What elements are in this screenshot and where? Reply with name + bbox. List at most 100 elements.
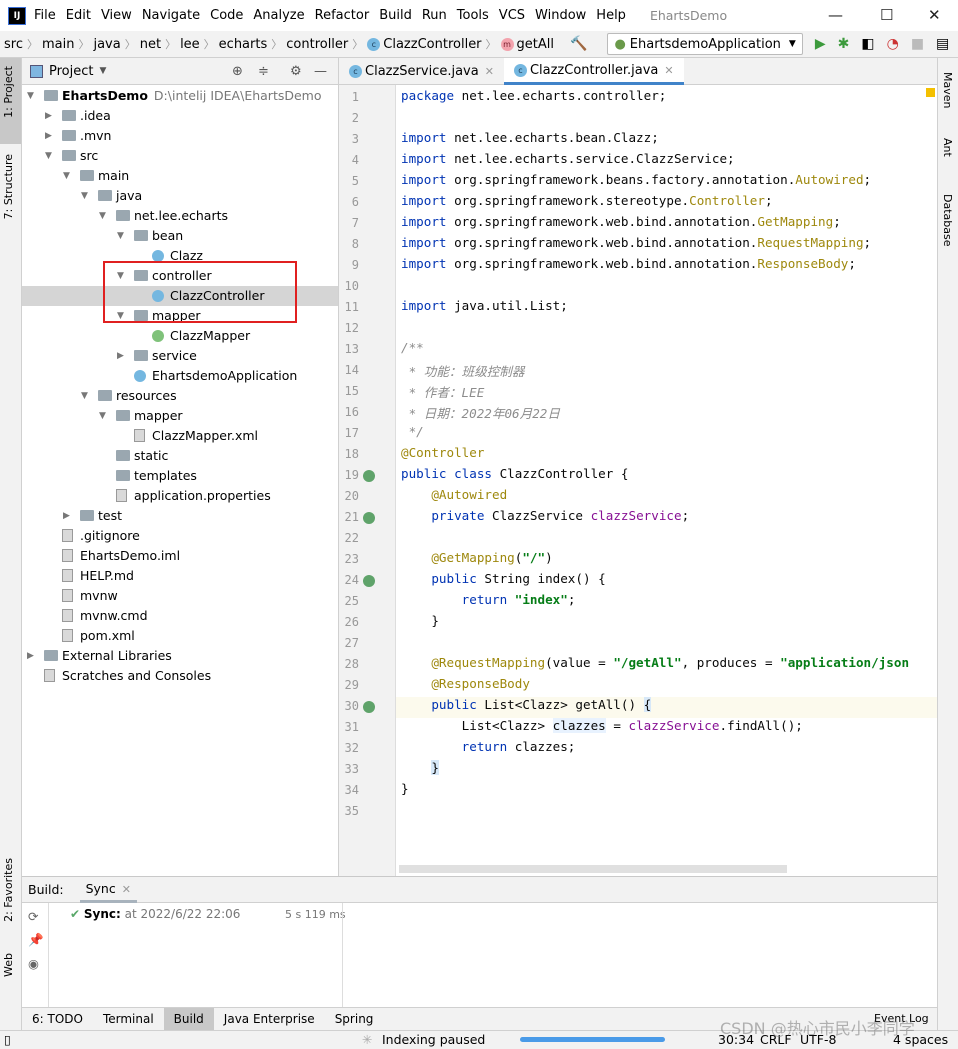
code-editor[interactable]: 1 2 3 4 5 6 7 8 9 10 11 12 13 14 15 16 17 18 19 20 21 22 23 24 2… xyxy=(339,85,937,876)
code-line[interactable]: import org.springframework.beans.factory… xyxy=(401,172,871,187)
code-line[interactable]: private ClazzService clazzService; xyxy=(401,508,689,523)
code-line[interactable]: } xyxy=(401,613,439,628)
breadcrumb-item[interactable]: net xyxy=(140,37,161,52)
tree-item[interactable]: ▶ .mvn xyxy=(22,126,338,146)
coverage-icon[interactable]: ◧ xyxy=(861,36,874,52)
spring-bean-gutter-icon[interactable] xyxy=(363,470,375,482)
run-configuration-select[interactable]: ● EhartsdemoApplication ▼ xyxy=(607,33,803,55)
close-icon[interactable]: ✕ xyxy=(664,64,673,77)
code-line[interactable]: import org.springframework.web.bind.anno… xyxy=(401,235,871,250)
tab-maven[interactable]: Maven xyxy=(941,72,954,108)
code-line[interactable]: public List<Clazz> getAll() { xyxy=(401,697,652,712)
tree-item[interactable]: ▶ External Libraries xyxy=(22,646,338,666)
build-hammer-icon[interactable]: 🔨 xyxy=(570,36,587,52)
code-line[interactable]: @GetMapping("/") xyxy=(401,550,552,565)
tree-item[interactable]: ClazzMapper.xml xyxy=(22,426,338,446)
chevron-down-icon[interactable]: ▼ xyxy=(81,386,88,406)
code-line[interactable]: return "index"; xyxy=(401,592,576,607)
code-line[interactable]: } xyxy=(401,760,439,775)
code-line[interactable]: @ResponseBody xyxy=(401,676,530,691)
tool-tab-build[interactable]: Build xyxy=(163,1007,214,1031)
tool-tab-java-enterprise[interactable]: Java Enterprise xyxy=(214,1008,325,1031)
chevron-down-icon[interactable]: ▼ xyxy=(81,186,88,206)
breadcrumb-item[interactable]: lee xyxy=(180,37,200,52)
tree-item[interactable]: ClazzMapper xyxy=(22,326,338,346)
menu-file[interactable]: File xyxy=(34,8,56,23)
tree-item[interactable]: application.properties xyxy=(22,486,338,506)
chevron-right-icon[interactable]: ▶ xyxy=(45,126,52,146)
close-button[interactable]: ✕ xyxy=(928,6,941,24)
menu-navigate[interactable]: Navigate xyxy=(142,8,200,23)
tree-item[interactable]: .gitignore xyxy=(22,526,338,546)
project-view-select[interactable]: Project xyxy=(49,64,93,79)
breadcrumb-item[interactable]: controller xyxy=(286,37,348,52)
code-line[interactable]: import org.springframework.stereotype.Co… xyxy=(401,193,773,208)
code-line[interactable]: public class ClazzController { xyxy=(401,466,628,481)
code-line[interactable]: List<Clazz> clazzes = clazzService.findA… xyxy=(401,718,803,733)
menu-refactor[interactable]: Refactor xyxy=(315,8,370,23)
menu-view[interactable]: View xyxy=(101,8,132,23)
pin-icon[interactable]: 📌 xyxy=(28,932,48,948)
code-line[interactable]: import net.lee.echarts.service.ClazzServ… xyxy=(401,151,735,166)
run-icon[interactable]: ▶ xyxy=(815,36,826,52)
locate-icon[interactable]: ⊕ xyxy=(232,64,243,79)
breadcrumb-item[interactable]: m getAll xyxy=(500,37,554,52)
spring-bean-gutter-icon[interactable] xyxy=(363,512,375,524)
code-line[interactable]: } xyxy=(401,781,409,796)
spring-bean-gutter-icon[interactable] xyxy=(363,575,375,587)
gear-icon[interactable]: ⚙ xyxy=(290,64,302,79)
chevron-down-icon[interactable]: ▼ xyxy=(63,166,70,186)
chevron-right-icon[interactable]: ▶ xyxy=(45,106,52,126)
tab-ant[interactable]: Ant xyxy=(941,138,954,157)
tree-item[interactable]: mvnw xyxy=(22,586,338,606)
code-line[interactable]: @Controller xyxy=(401,445,484,460)
tool-tab-spring[interactable]: Spring xyxy=(325,1008,384,1031)
layout-icon[interactable]: ▯ xyxy=(4,1032,11,1047)
code-line[interactable]: public String index() { xyxy=(401,571,605,586)
eye-icon[interactable]: ◉ xyxy=(28,956,48,971)
menu-window[interactable]: Window xyxy=(535,8,586,23)
debug-icon[interactable]: ✱ xyxy=(838,36,850,52)
tree-item[interactable]: ▶ .idea xyxy=(22,106,338,126)
chevron-down-icon[interactable]: ▼ xyxy=(99,66,106,76)
refresh-icon[interactable]: ⟳ xyxy=(28,909,48,924)
tree-item[interactable]: Scratches and Consoles xyxy=(22,666,338,686)
tree-item[interactable]: HELP.md xyxy=(22,566,338,586)
tab-web[interactable]: Web xyxy=(2,953,15,977)
tab-database[interactable]: Database xyxy=(941,194,954,247)
code-line[interactable]: */ xyxy=(401,424,424,439)
tree-item[interactable]: pom.xml xyxy=(22,626,338,646)
tab-favorites[interactable]: 2: Favorites xyxy=(2,858,15,922)
menu-build[interactable]: Build xyxy=(379,8,412,23)
chevron-down-icon[interactable]: ▼ xyxy=(99,206,106,226)
tree-item[interactable]: ▼ net.lee.echarts xyxy=(22,206,338,226)
chevron-down-icon[interactable]: ▼ xyxy=(117,226,124,246)
close-icon[interactable]: ✕ xyxy=(122,883,131,896)
menu-vcs[interactable]: VCS xyxy=(499,8,525,23)
tree-item[interactable]: ▼ EhartsDemo D:\intelij IDEA\EhartsDemo xyxy=(22,86,338,106)
horizontal-scrollbar[interactable] xyxy=(399,865,787,873)
menu-run[interactable]: Run xyxy=(422,8,447,23)
tree-item[interactable]: ▼ mapper xyxy=(22,406,338,426)
editor-tab[interactable]: c ClazzController.java ✕ xyxy=(503,58,684,85)
tree-item[interactable]: mvnw.cmd xyxy=(22,606,338,626)
code-line[interactable]: package net.lee.echarts.controller; xyxy=(401,88,666,103)
tree-item[interactable]: ▼ src xyxy=(22,146,338,166)
code-line[interactable]: * 功能：班级控制器 xyxy=(401,361,525,380)
tree-item[interactable]: templates xyxy=(22,466,338,486)
tool-tab--todo[interactable]: 6: TODO xyxy=(22,1008,93,1031)
tab-project[interactable]: 1: Project xyxy=(2,66,15,118)
chevron-right-icon[interactable]: ▶ xyxy=(27,646,34,666)
code-line[interactable]: import net.lee.echarts.bean.Clazz; xyxy=(401,130,659,145)
project-structure-icon[interactable]: ▤ xyxy=(936,36,949,52)
breadcrumb-item[interactable]: src xyxy=(4,37,23,52)
hide-icon[interactable]: — xyxy=(314,64,327,79)
collapse-all-icon[interactable]: ≑ xyxy=(258,64,269,79)
sync-item[interactable]: ✔ Sync: at 2022/6/22 22:06 xyxy=(70,907,240,921)
tree-item[interactable]: ▶ service xyxy=(22,346,338,366)
editor-tab[interactable]: c ClazzService.java ✕ xyxy=(339,58,504,85)
tool-tab-terminal[interactable]: Terminal xyxy=(93,1008,164,1031)
breadcrumb-item[interactable]: c ClazzController xyxy=(367,37,482,52)
chevron-down-icon[interactable]: ▼ xyxy=(45,146,52,166)
warning-marker[interactable] xyxy=(926,88,935,97)
